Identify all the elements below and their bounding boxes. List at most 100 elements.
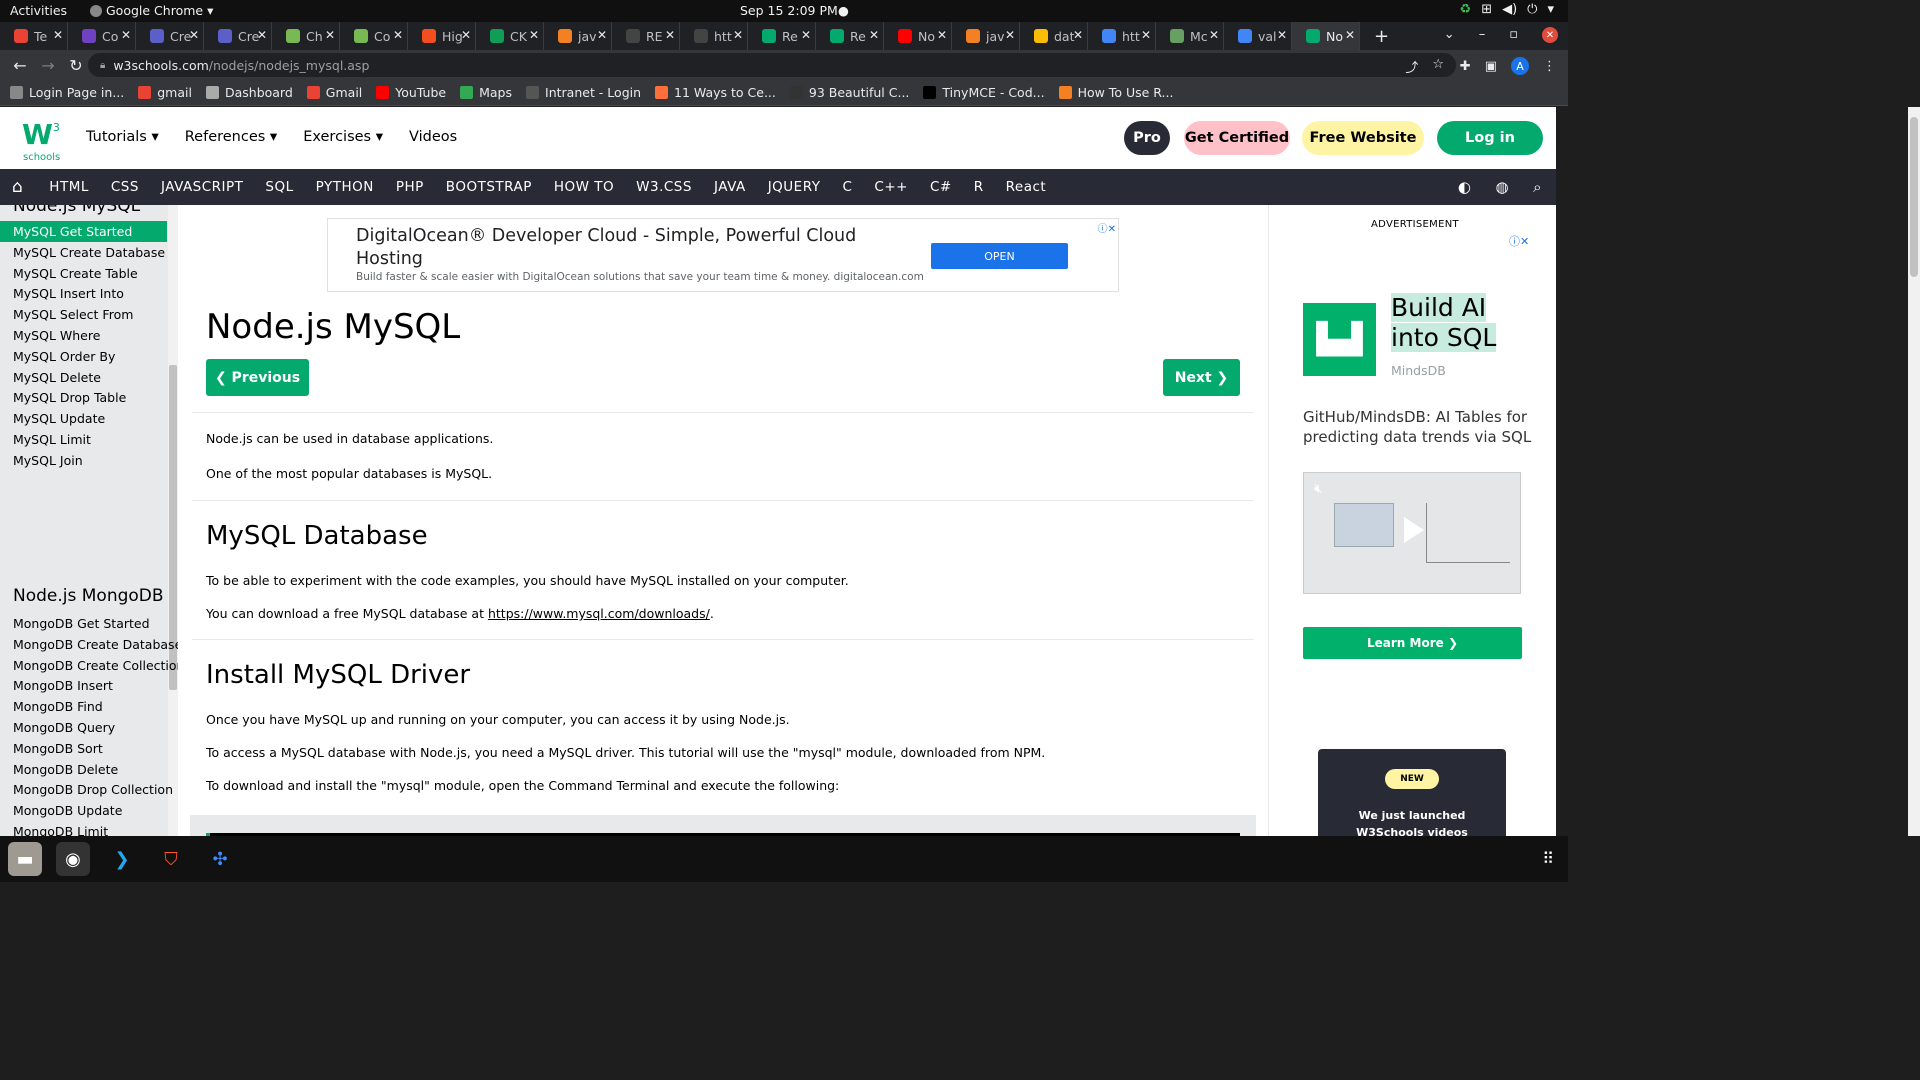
browser-tab[interactable]: CK ✕ [476, 22, 544, 50]
brave-icon[interactable]: ⛉ [154, 842, 188, 876]
search-icon[interactable]: ⌕ [1533, 178, 1542, 196]
minimize-icon[interactable]: – [1479, 27, 1486, 43]
tab-close-icon[interactable]: ✕ [1277, 28, 1287, 42]
tab-search-icon[interactable]: ⌄ [1444, 27, 1455, 43]
close-window-button[interactable]: ✕ [1542, 27, 1558, 43]
tab-close-icon[interactable]: ✕ [869, 28, 879, 42]
bookmark-item[interactable]: 11 Ways to Ce... [655, 85, 776, 100]
url-bar[interactable]: 🔒︎ w3schools.com /nodejs/nodejs_mysql.as… [88, 53, 1456, 77]
tab-close-icon[interactable]: ✕ [1209, 28, 1219, 42]
sidebar-link[interactable]: MongoDB Drop Collection [0, 779, 173, 800]
ad-video[interactable]: 🔇︎ [1303, 472, 1521, 594]
previous-button[interactable]: ❮ Previous [206, 359, 309, 396]
tab-close-icon[interactable]: ✕ [937, 28, 947, 42]
mysql-downloads-link[interactable]: https://www.mysql.com/downloads/ [488, 606, 710, 621]
sidebar-link[interactable]: MySQL Update [0, 408, 167, 429]
nav-tutorials[interactable]: Tutorials ▾ [86, 129, 159, 145]
vscode-icon[interactable]: ❯ [105, 842, 139, 876]
theme-toggle-icon[interactable]: ◐ [1458, 178, 1472, 196]
sidebar-link[interactable]: MongoDB Query [0, 717, 167, 738]
tab-close-icon[interactable]: ✕ [733, 28, 743, 42]
tab-close-icon[interactable]: ✕ [529, 28, 539, 42]
back-button[interactable]: ← [12, 56, 28, 75]
tab-close-icon[interactable]: ✕ [393, 28, 403, 42]
sidebar-link[interactable]: MySQL Order By [0, 346, 167, 367]
browser-tab[interactable]: jav ✕ [952, 22, 1020, 50]
lang-link[interactable]: SQL [265, 179, 293, 195]
sidebar-link[interactable]: MySQL Get Started [0, 221, 167, 242]
sidebar-link[interactable]: MongoDB Insert [0, 675, 167, 696]
browser-tab[interactable]: Cre ✕ [136, 22, 204, 50]
browser-tab[interactable]: Co ✕ [340, 22, 408, 50]
menu-icon[interactable]: ⋮ [1543, 59, 1556, 74]
sidebar-link[interactable]: MySQL Insert Into [0, 283, 167, 304]
browser-tab[interactable]: htt ✕ [1088, 22, 1156, 50]
lang-link[interactable]: HOW TO [554, 179, 614, 195]
tab-close-icon[interactable]: ✕ [801, 28, 811, 42]
extensions-icon[interactable]: ✚ [1460, 59, 1471, 74]
lang-link[interactable]: React [1006, 179, 1047, 195]
activities-button[interactable]: Activities [10, 3, 67, 18]
show-apps-icon[interactable]: ⠿ [1542, 849, 1554, 868]
forward-button[interactable]: → [40, 56, 56, 75]
tab-close-icon[interactable]: ✕ [597, 28, 607, 42]
lang-link[interactable]: W3.CSS [636, 179, 692, 195]
avatar[interactable]: A [1511, 57, 1529, 75]
mindsdb-logo-icon[interactable]: ▙▟ [1303, 303, 1376, 376]
app-icon[interactable]: ✣ [203, 842, 237, 876]
sidebar-link[interactable]: MySQL Drop Table [0, 387, 167, 408]
bookmark-item[interactable]: gmail [138, 85, 192, 100]
tab-close-icon[interactable]: ✕ [1005, 28, 1015, 42]
tab-close-icon[interactable]: ✕ [189, 28, 199, 42]
bookmark-item[interactable]: TinyMCE - Cod... [923, 85, 1045, 100]
lang-link[interactable]: C# [930, 179, 952, 195]
sidebar-link[interactable]: MySQL Select From [0, 304, 167, 325]
tab-close-icon[interactable]: ✕ [1345, 28, 1355, 42]
browser-tab[interactable]: RE ✕ [612, 22, 680, 50]
browser-tab[interactable]: Ch ✕ [272, 22, 340, 50]
sidebar-link[interactable]: MySQL Create Table [0, 263, 167, 284]
browser-tab[interactable]: No ✕ [884, 22, 952, 50]
bookmark-item[interactable]: Maps [460, 85, 512, 100]
browser-tab[interactable]: Co ✕ [68, 22, 136, 50]
play-icon[interactable] [1404, 517, 1424, 543]
restore-icon[interactable]: ▫ [1509, 27, 1518, 43]
browser-tab[interactable]: htt ✕ [680, 22, 748, 50]
app-menu[interactable]: Google Chrome ▾ [90, 3, 213, 18]
lang-link[interactable]: BOOTSTRAP [446, 179, 532, 195]
page-scrollbar[interactable] [1908, 107, 1920, 836]
sidebar-link[interactable]: MongoDB Create Database [0, 634, 178, 655]
tab-close-icon[interactable]: ✕ [53, 28, 63, 42]
sidebar-link[interactable]: MongoDB Get Started [0, 613, 167, 634]
nav-references[interactable]: References ▾ [185, 129, 277, 145]
next-button[interactable]: Next ❯ [1163, 359, 1240, 396]
ad-title[interactable]: DigitalOcean® Developer Cloud - Simple, … [356, 225, 916, 271]
clock[interactable]: Sep 15 2:09 PM [740, 3, 838, 18]
lang-link[interactable]: PYTHON [316, 179, 374, 195]
login-button[interactable]: Log in [1437, 121, 1543, 155]
nav-videos[interactable]: Videos [409, 129, 457, 145]
get-certified-button[interactable]: Get Certified [1184, 121, 1290, 155]
lang-link[interactable]: JQUERY [768, 179, 821, 195]
lang-link[interactable]: JAVASCRIPT [161, 179, 243, 195]
pro-button[interactable]: Pro [1124, 121, 1170, 155]
reload-button[interactable]: ↻ [68, 56, 84, 75]
browser-tab[interactable]: Te ✕ [0, 22, 68, 50]
sidebar-scrollbar[interactable] [168, 205, 178, 836]
bookmark-item[interactable]: Intranet - Login [526, 85, 641, 100]
lang-link[interactable]: PHP [396, 179, 424, 195]
bookmark-item[interactable]: Login Page in... [10, 85, 124, 100]
bookmark-item[interactable]: Dashboard [205, 85, 293, 100]
bookmark-item[interactable]: Gmail [306, 85, 362, 100]
sidebar-link[interactable]: MySQL Join [0, 450, 167, 471]
mute-icon[interactable]: 🔇︎ [1314, 481, 1323, 497]
bookmark-item[interactable]: How To Use R... [1058, 85, 1173, 100]
share-icon[interactable]: ⤴ [1405, 57, 1418, 76]
bookmark-item[interactable]: YouTube [376, 85, 446, 100]
browser-tab[interactable]: jav ✕ [544, 22, 612, 50]
tab-close-icon[interactable]: ✕ [461, 28, 471, 42]
lang-link[interactable]: C++ [874, 179, 908, 195]
files-icon[interactable]: ▬ [8, 842, 42, 876]
lang-link[interactable]: HTML [49, 179, 89, 195]
sidebar-link[interactable]: MySQL Limit [0, 429, 167, 450]
